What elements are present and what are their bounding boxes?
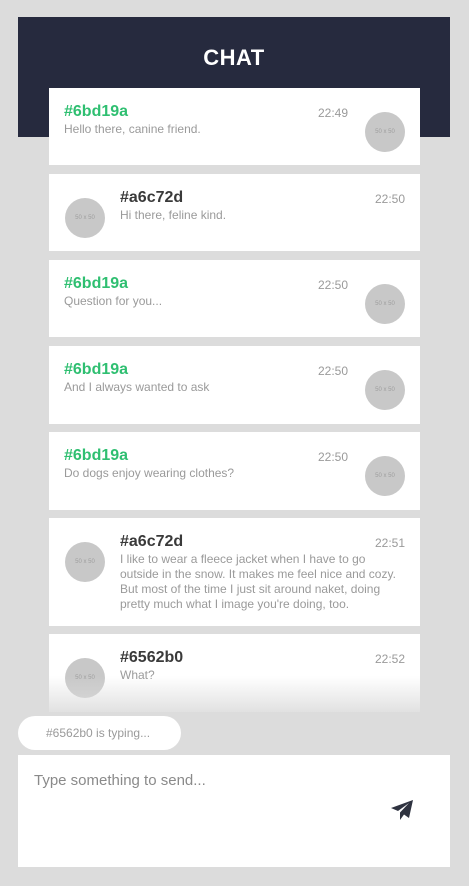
avatar: 50 x 50 xyxy=(65,542,105,582)
message-author: #6bd19a xyxy=(64,361,129,378)
message-time: 22:51 xyxy=(374,536,405,550)
message-item: #6bd19a 22:49 Hello there, canine friend… xyxy=(49,88,420,165)
message-time: 22:52 xyxy=(374,652,405,666)
message-author: #a6c72d xyxy=(120,189,184,206)
message-list[interactable]: #6bd19a 22:49 Hello there, canine friend… xyxy=(49,88,420,712)
send-button[interactable] xyxy=(389,797,415,823)
message-item: #6bd19a 22:50 And I always wanted to ask… xyxy=(49,346,420,424)
message-input[interactable] xyxy=(18,755,378,867)
message-text: Hello there, canine friend. xyxy=(64,122,201,136)
avatar: 50 x 50 xyxy=(65,658,105,698)
message-text: Do dogs enjoy wearing clothes? xyxy=(64,466,235,480)
message-text: I like to wear a fleece jacket when I ha… xyxy=(120,552,396,611)
message-item: 50 x 50 #a6c72d 22:50 Hi there, feline k… xyxy=(49,174,420,251)
message-time: 22:50 xyxy=(318,364,349,378)
avatar: 50 x 50 xyxy=(365,112,405,152)
avatar: 50 x 50 xyxy=(365,284,405,324)
message-item: #6bd19a 22:50 Do dogs enjoy wearing clot… xyxy=(49,432,420,510)
message-item: 50 x 50 #6562b0 22:52 What? xyxy=(49,634,420,712)
message-time: 22:50 xyxy=(318,278,349,292)
avatar: 50 x 50 xyxy=(365,370,405,410)
message-text: Question for you... xyxy=(64,294,163,308)
message-item: #6bd19a 22:50 Question for you... 50 x 5… xyxy=(49,260,420,337)
message-time: 22:50 xyxy=(374,192,405,206)
avatar: 50 x 50 xyxy=(65,198,105,238)
message-author: #6bd19a xyxy=(64,275,129,292)
avatar: 50 x 50 xyxy=(365,456,405,496)
page-title: CHAT xyxy=(203,45,265,70)
message-author: #6562b0 xyxy=(120,649,184,666)
message-item: 50 x 50 #a6c72d 22:51 I like to wear a f… xyxy=(49,518,420,626)
message-composer xyxy=(18,755,450,867)
typing-indicator: #6562b0 is typing... xyxy=(18,716,181,750)
message-author: #a6c72d xyxy=(120,533,184,550)
message-text: Hi there, feline kind. xyxy=(120,208,227,222)
message-text: And I always wanted to ask xyxy=(64,380,210,394)
message-author: #6bd19a xyxy=(64,447,129,464)
paper-plane-icon xyxy=(391,800,413,820)
message-text: What? xyxy=(120,668,155,682)
message-time: 22:49 xyxy=(318,106,349,120)
message-author: #6bd19a xyxy=(64,103,129,120)
message-time: 22:50 xyxy=(318,450,349,464)
